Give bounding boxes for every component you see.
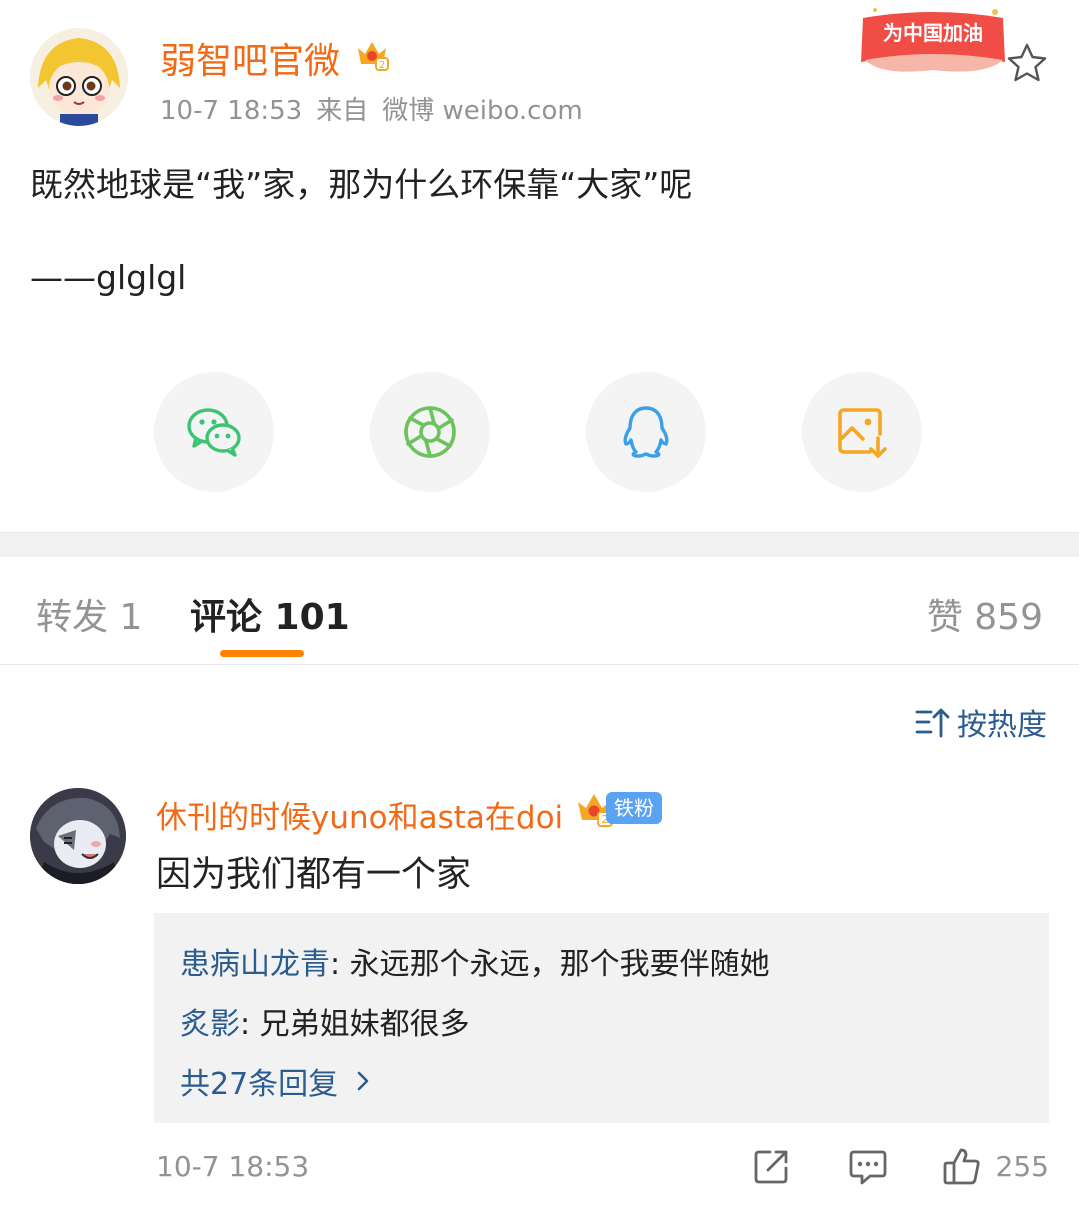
cheer-badge[interactable]: 为中国加油 (855, 4, 1011, 78)
reply-text: : 兄弟姐妹都很多 (240, 1007, 470, 1042)
share-qq-button[interactable] (586, 372, 706, 492)
author-name[interactable]: 弱智吧官微 (160, 32, 340, 84)
vip-crown-icon: 2 (354, 36, 390, 72)
post-signature: ——glglgl (30, 258, 187, 297)
save-image-icon (838, 408, 887, 458)
reply-author[interactable]: 患病山龙青 (180, 947, 330, 982)
favorite-star-icon[interactable] (1006, 42, 1048, 84)
qq-icon (623, 406, 669, 458)
sort-icon (915, 708, 950, 738)
like-thumb-icon[interactable] (942, 1146, 982, 1186)
reply-item[interactable]: 炙影: 兄弟姐妹都很多 (180, 999, 470, 1043)
reply-author[interactable]: 炙影 (180, 1007, 240, 1042)
comment-time: 10-7 18:53 (156, 1150, 310, 1183)
replies-preview[interactable]: 患病山龙青: 永远那个永远，那个我要伴随她 炙影: 兄弟姐妹都很多 共27条回复 (154, 913, 1049, 1123)
tab-repost[interactable]: 转发 1 (36, 588, 142, 640)
moments-icon (404, 406, 456, 458)
post-time: 10-7 18:53 (160, 96, 303, 126)
sort-label: 按热度 (957, 708, 1047, 743)
tab-active-indicator (220, 650, 304, 657)
share-wechat-button[interactable] (154, 372, 274, 492)
reply-item[interactable]: 患病山龙青: 永远那个永远，那个我要伴随她 (180, 939, 770, 983)
cheer-badge-label: 为中国加油 (883, 21, 983, 45)
sort-by-hot-button[interactable]: 按热度 (915, 700, 1047, 744)
author-avatar[interactable] (30, 28, 128, 126)
post-source[interactable]: 微博 weibo.com (382, 96, 583, 126)
reply-text: : 永远那个永远，那个我要伴随她 (330, 947, 770, 982)
commenter-avatar[interactable] (30, 788, 126, 884)
wechat-icon (187, 408, 241, 457)
tab-like[interactable]: 赞 859 (927, 588, 1043, 640)
repost-icon[interactable] (752, 1146, 792, 1186)
view-all-replies-label: 共27条回复 (180, 1067, 339, 1102)
tabs-divider (0, 664, 1079, 665)
view-all-replies-link[interactable]: 共27条回复 (180, 1059, 374, 1103)
tab-comment[interactable]: 评论 101 (190, 588, 350, 640)
reply-comment-icon[interactable] (848, 1146, 888, 1186)
section-divider (0, 532, 1079, 557)
commenter-name[interactable]: 休刊的时候yuno和asta在doi (156, 792, 563, 837)
comment-like-count: 255 (995, 1150, 1049, 1183)
iron-fan-badge: 铁粉 (606, 792, 662, 824)
svg-text:2: 2 (379, 60, 385, 71)
post-meta: 10-7 18:53 来自 微博 weibo.com (160, 90, 597, 127)
share-moments-button[interactable] (370, 372, 490, 492)
post-text: 既然地球是“我”家，那为什么环保靠“大家”呢 (30, 165, 693, 204)
post-source-prefix: 来自 (316, 96, 369, 126)
chevron-right-icon (357, 1071, 369, 1091)
comment-text: 因为我们都有一个家 (156, 855, 472, 895)
save-image-button[interactable] (802, 372, 922, 492)
